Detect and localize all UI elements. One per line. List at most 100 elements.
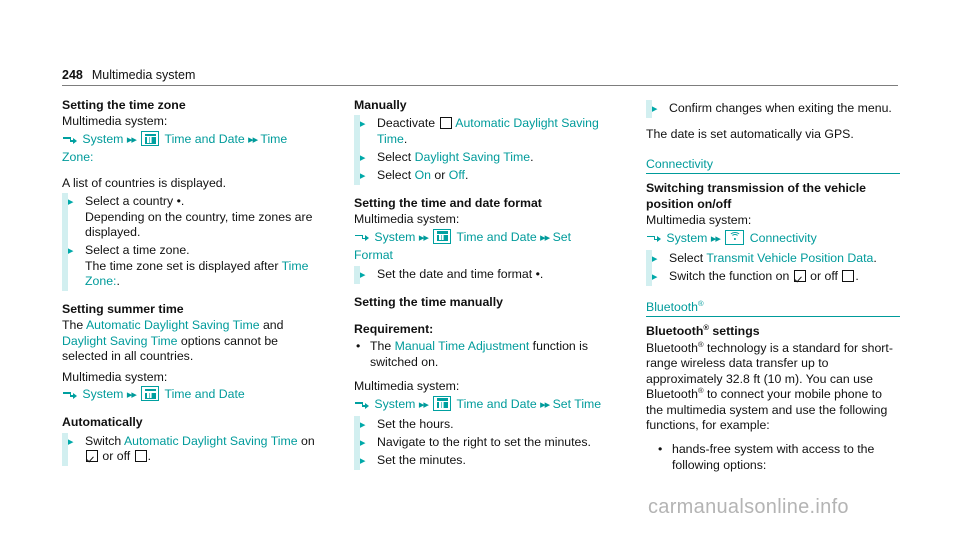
page-number: 248 [62,68,83,82]
step-select-transmit-data[interactable]: ▶ Select Transmit Vehicle Position Data. [646,250,900,268]
heading-setting-time-zone: Setting the time zone [62,98,186,112]
checkbox-unchecked-icon-m[interactable] [439,117,452,130]
steps-manually: ▶ Deactivate Automatic Daylight Saving T… [354,115,608,185]
step-set-hours[interactable]: ▶ Set the hours. [354,416,608,434]
section-bluetooth: Bluetooth® [646,299,900,318]
step-arrow-icon-2: ▶ [65,244,74,257]
path-item-system-2[interactable]: System [82,387,123,401]
dot-bullet-icon-2: • [658,441,663,456]
step2-text: Select a time zone. [85,242,190,257]
label-multimedia-system-2: Multimedia system: [62,369,168,384]
menu-path-connectivity: System ▸▸ Connectivity [646,229,900,248]
note-gps-date: The date is set automatically via GPS. [646,127,854,141]
step-select-dst-text: Select Daylight Saving Time. [377,150,608,166]
checkbox-unchecked-icon[interactable] [134,450,147,463]
step-select-country[interactable]: ▶ Select a country •. Depending on the c… [62,193,316,242]
requirement-item: • The Manual Time Adjustment function is… [354,339,608,370]
column-left: Setting the time zone Multimedia system:… [62,98,316,473]
step-arrow-icon: ▶ [65,196,74,209]
bt-body-a: Bluetooth [646,340,698,355]
path-item-system[interactable]: System [82,132,123,146]
man-step1-b: . [403,132,408,147]
auto-step-link[interactable]: Automatic Daylight Saving Time [124,434,298,448]
section-title-connectivity: Connectivity [646,156,713,171]
step-arrow-icon-m4: ▶ [357,269,366,282]
step-switch-auto-dst-text: Switch Automatic Daylight Saving Time on… [85,434,316,465]
man-step2-link[interactable]: Daylight Saving Time [415,150,531,164]
step-sub-text: Depending on the country, time zones are… [85,209,313,240]
auto-step-d: . [147,449,152,464]
step-switch-function[interactable]: ▶ Switch the function on or off . [646,268,900,286]
conn-step1-link[interactable]: Transmit Vehicle Position Data [706,251,873,265]
auto-step-a: Switch [85,433,124,448]
step-set-minutes[interactable]: ▶ Set the minutes. [354,452,608,470]
steps-confirm: ▶ Confirm changes when exiting the menu. [646,100,900,118]
man-step3-on[interactable]: On [415,168,431,182]
label-multimedia-system-5: Multimedia system: [646,213,752,228]
auto-step-c: or off [99,449,134,464]
chevron-double-right-icon-6: ▸▸ [418,398,429,411]
conn-step1-a: Select [669,250,707,265]
step-set-date-time-format[interactable]: ▶ Set the date and time format •. [354,266,608,284]
menu-path-summer-time: System ▸▸ Time and Date [62,386,316,404]
step-switch-auto-dst[interactable]: ▶ Switch Automatic Daylight Saving Time … [62,433,316,466]
path-item-time-and-date-2[interactable]: Time and Date [165,387,245,401]
req-link[interactable]: Manual Time Adjustment [395,339,530,353]
path-item-time-and-date-4[interactable]: Time and Date [457,397,537,411]
step-select-dst[interactable]: ▶ Select Daylight Saving Time. [354,149,608,167]
step-select-time-zone[interactable]: ▶ Select a time zone. The time zone set … [62,242,316,291]
requirement-list: • The Manual Time Adjustment function is… [354,339,608,370]
man-step3-b: . [464,167,469,182]
step-select-on-off[interactable]: ▶ Select On or Off. [354,167,608,185]
path-item-set-time[interactable]: Set Time [553,397,602,411]
checkbox-checked-icon[interactable] [86,450,98,463]
path-item-connectivity[interactable]: Connectivity [750,231,817,245]
path-item-time-and-date-3[interactable]: Time and Date [457,230,537,244]
step-select-transmit-text: Select Transmit Vehicle Position Data. [669,251,900,267]
path-item-system-4[interactable]: System [374,397,415,411]
dot-bullet-icon: • [356,339,361,354]
step-deactivate-auto-dst[interactable]: ▶ Deactivate Automatic Daylight Saving T… [354,115,608,148]
section-title-bluetooth-text: Bluetooth [646,299,698,314]
step-arrow-icon-3: ▶ [65,435,74,448]
checkbox-unchecked-icon-r[interactable] [842,269,855,282]
sequence-arrow-icon-4 [354,400,369,411]
step-confirm-changes-text: Confirm changes when exiting the menu. [669,101,892,115]
calendar-icon-3 [433,228,452,244]
header-row: 248 Multimedia system [62,68,898,85]
summer-link-b[interactable]: Daylight Saving Time [62,334,178,348]
path-item-system-5[interactable]: System [666,231,707,245]
checkbox-checked-icon-r[interactable] [793,269,806,282]
step-arrow-icon-r1: ▶ [649,103,658,115]
step-arrow-icon-m2: ▶ [357,151,366,164]
sequence-arrow-icon-5 [646,234,661,245]
auto-step-b: on [297,433,315,448]
step-arrow-icon-r2: ▶ [649,252,658,265]
para-bluetooth-description: Bluetooth® technology is a standard for … [646,340,900,434]
steps-connectivity: ▶ Select Transmit Vehicle Position Data.… [646,249,900,286]
calendar-icon-4 [433,395,452,411]
conn-step1-b: . [873,250,877,265]
step-set-format-text: Set the date and time format •. [377,267,608,283]
man-step3-mid: or [431,167,449,182]
chevron-double-right-icon-7: ▸▸ [540,398,550,411]
path-item-system-3[interactable]: System [374,230,415,244]
step-confirm-changes[interactable]: ▶ Confirm changes when exiting the menu. [646,100,900,118]
manual-page: 248 Multimedia system Setting the time z… [0,0,960,533]
steps-set-time: ▶ Set the hours. ▶ Navigate to the right… [354,415,608,470]
summer-link-a[interactable]: Automatic Daylight Saving Time [86,318,260,332]
heading-setting-summer-time: Setting summer time [62,301,184,316]
summer-para-a: The [62,318,86,333]
step-arrow-icon-m7: ▶ [357,454,366,467]
menu-path-set-format: System ▸▸ Time and Date ▸▸ Set Format [354,228,608,265]
column-right: ▶ Confirm changes when exiting the menu.… [646,98,900,473]
heading-manually: Manually [354,98,407,112]
step-select-on-off-text: Select On or Off. [377,168,608,184]
sequence-arrow-icon [62,135,77,146]
label-requirement: Requirement: [354,321,434,336]
path-item-time-and-date[interactable]: Time and Date [165,132,245,146]
step-arrow-icon-m5: ▶ [357,418,366,431]
step-navigate-right[interactable]: ▶ Navigate to the right to set the minut… [354,434,608,452]
section-divider-bluetooth [646,315,900,318]
man-step3-off[interactable]: Off [449,168,465,182]
